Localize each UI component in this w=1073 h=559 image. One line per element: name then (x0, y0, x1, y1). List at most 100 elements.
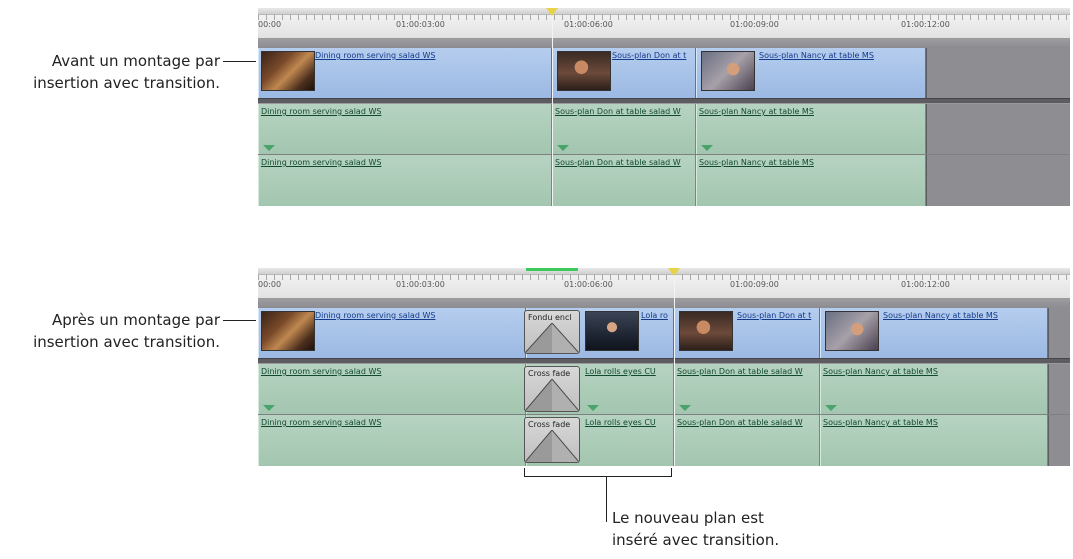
video-track: Dining room serving salad WS Sous-plan D… (258, 48, 1070, 98)
audio-track-1: Dining room serving salad WS Sous-plan D… (258, 104, 1070, 154)
render-status-bar (526, 268, 578, 271)
callout-result: Le nouveau plan est inséré avec transiti… (612, 507, 779, 551)
callout-after-line1: Après un montage par (52, 311, 220, 329)
empty-track-area (1048, 415, 1070, 466)
result-connector-vertical (606, 476, 607, 522)
video-clip[interactable]: Dining room serving salad WS (258, 308, 526, 358)
timecode-ruler[interactable]: 00:00 01:00:03:00 01:00:06:00 01:00:09:0… (258, 268, 1070, 299)
audio-link-indicator-icon (263, 145, 275, 151)
callout-after-connector (223, 320, 256, 321)
clip-label: Sous-plan Nancy at table MS (759, 51, 874, 60)
timecode-ruler[interactable]: 00:00 01:00:03:00 01:00:06:00 01:00:09:0… (258, 8, 1070, 39)
transition-label: Fondu encl (528, 313, 572, 322)
clip-thumbnail (825, 311, 879, 351)
audio-clip[interactable]: Dining room serving salad WS (258, 415, 526, 466)
empty-track-area (1048, 364, 1070, 414)
transition-label: Cross fade (528, 420, 571, 429)
audio-clip[interactable]: Sous-plan Nancy at table MS (820, 415, 1048, 466)
audio-clip[interactable]: Dining room serving salad WS (258, 364, 526, 414)
audio-clip[interactable]: Sous-plan Don at table salad W (552, 104, 696, 154)
clip-thumbnail (261, 311, 315, 351)
audio-link-indicator-icon (587, 405, 599, 411)
clip-label: Sous-plan Don at table salad W (555, 158, 681, 167)
clip-label: Sous-plan Don at table salad W (677, 367, 803, 376)
playhead-line[interactable] (674, 268, 675, 466)
timecode-label: 01:00:12:00 (901, 280, 950, 289)
callout-result-line1: Le nouveau plan est (612, 509, 764, 527)
timecode-label: 00:00 (258, 280, 282, 289)
timecode-label: 01:00:09:00 (730, 20, 779, 29)
transition-label: Cross fade (528, 369, 571, 378)
transition-icon (525, 430, 579, 462)
clip-thumbnail (701, 51, 755, 91)
video-clip[interactable]: Sous-plan Don at t (552, 48, 696, 98)
audio-clip[interactable]: Sous-plan Don at table salad W (674, 415, 820, 466)
clip-label: Sous-plan Don at t (737, 311, 812, 320)
video-clip[interactable]: Sous-plan Don at t (674, 308, 820, 358)
callout-after-line2: insertion avec transition. (33, 333, 220, 351)
empty-track-area (926, 48, 1070, 98)
video-clip[interactable]: Sous-plan Nancy at table MS (696, 48, 926, 98)
audio-clip[interactable]: Sous-plan Don at table salad W (674, 364, 820, 414)
timecode-label: 01:00:06:00 (564, 20, 613, 29)
clip-label: Sous-plan Nancy at table MS (699, 107, 814, 116)
clip-label: Dining room serving salad WS (261, 158, 382, 167)
video-transition[interactable]: Fondu encl (524, 310, 580, 354)
clip-label: Sous-plan Don at t (612, 51, 687, 60)
ruler-zoom-strip[interactable] (258, 268, 1070, 275)
audio-clip[interactable]: Dining room serving salad WS (258, 104, 552, 154)
clip-label: Sous-plan Nancy at table MS (823, 418, 938, 427)
clip-thumbnail (261, 51, 315, 91)
clip-thumbnail (557, 51, 611, 91)
video-clip[interactable]: Sous-plan Nancy at table MS (820, 308, 1048, 358)
clip-label: Dining room serving salad WS (315, 311, 436, 320)
clip-label: Sous-plan Nancy at table MS (883, 311, 998, 320)
audio-track-2: Dining room serving salad WS Sous-plan D… (258, 155, 1070, 206)
timecode-label: 01:00:09:00 (730, 280, 779, 289)
clip-label: Lola rolls eyes CU (585, 418, 656, 427)
video-track: Dining room serving salad WS Lola ro Sou… (258, 308, 1070, 358)
audio-clip[interactable]: Sous-plan Nancy at table MS (696, 104, 926, 154)
timecode-label: 01:00:03:00 (396, 20, 445, 29)
clip-label: Dining room serving salad WS (261, 367, 382, 376)
timeline-after: 00:00 01:00:03:00 01:00:06:00 01:00:09:0… (258, 268, 1070, 466)
clip-thumbnail (679, 311, 733, 351)
audio-link-indicator-icon (825, 405, 837, 411)
playhead-icon[interactable] (546, 8, 558, 16)
ruler-gap (258, 39, 1070, 48)
clip-label: Dining room serving salad WS (261, 107, 382, 116)
callout-before-line1: Avant un montage par (51, 52, 220, 70)
audio-link-indicator-icon (557, 145, 569, 151)
clip-label: Dining room serving salad WS (315, 51, 436, 60)
audio-clip[interactable]: Sous-plan Nancy at table MS (820, 364, 1048, 414)
clip-label: Sous-plan Don at table salad W (555, 107, 681, 116)
clip-label: Dining room serving salad WS (261, 418, 382, 427)
audio-transition[interactable]: Cross fade (524, 366, 580, 412)
audio-clip[interactable]: Dining room serving salad WS (258, 155, 552, 206)
audio-transition[interactable]: Cross fade (524, 417, 580, 463)
empty-track-area (926, 155, 1070, 206)
audio-track-1: Dining room serving salad WS Lola rolls … (258, 364, 1070, 414)
callout-after: Après un montage par insertion avec tran… (33, 309, 220, 353)
empty-track-area (1048, 308, 1070, 358)
timecode-label: 00:00 (258, 20, 282, 29)
callout-before-line2: insertion avec transition. (33, 74, 220, 92)
clip-label: Sous-plan Nancy at table MS (699, 158, 814, 167)
timeline-before: 00:00 01:00:03:00 01:00:06:00 01:00:09:0… (258, 8, 1070, 206)
playhead-icon[interactable] (668, 268, 680, 276)
timecode-label: 01:00:06:00 (564, 280, 613, 289)
playhead-line[interactable] (552, 8, 553, 206)
transition-icon (525, 323, 579, 353)
audio-link-indicator-icon (263, 405, 275, 411)
inserted-clip-bracket (524, 468, 672, 477)
audio-link-indicator-icon (679, 405, 691, 411)
audio-clip[interactable]: Sous-plan Don at table salad W (552, 155, 696, 206)
timecode-label: 01:00:12:00 (901, 20, 950, 29)
transition-icon (525, 379, 579, 411)
clip-label: Sous-plan Nancy at table MS (823, 367, 938, 376)
ruler-zoom-strip[interactable] (258, 8, 1070, 15)
audio-link-indicator-icon (701, 145, 713, 151)
video-clip[interactable]: Dining room serving salad WS (258, 48, 552, 98)
audio-clip[interactable]: Sous-plan Nancy at table MS (696, 155, 926, 206)
empty-track-area (926, 104, 1070, 154)
